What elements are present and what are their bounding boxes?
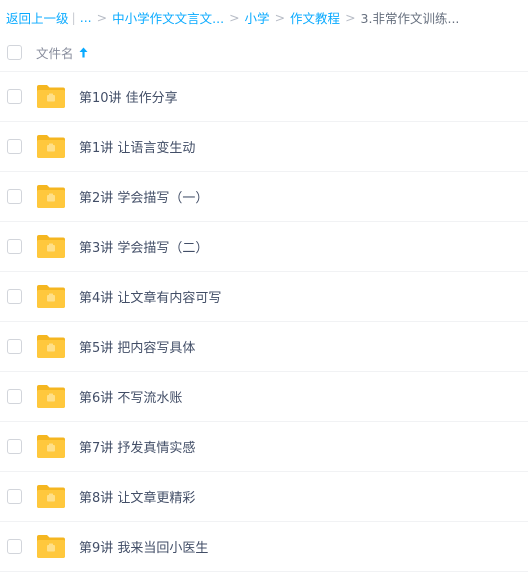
row-checkbox[interactable] <box>7 439 22 454</box>
file-row[interactable]: 第9讲 我来当回小医生 <box>0 522 528 572</box>
row-checkbox[interactable] <box>7 189 22 204</box>
folder-icon <box>36 83 66 109</box>
folder-icon <box>36 183 66 209</box>
file-name[interactable]: 第8讲 让文章更精彩 <box>79 487 195 506</box>
select-all-checkbox[interactable] <box>7 45 22 60</box>
file-list-header: 文件名 <box>0 34 528 72</box>
breadcrumb-ellipsis[interactable]: ... <box>80 10 92 25</box>
file-name[interactable]: 第10讲 佳作分享 <box>79 87 178 106</box>
file-name[interactable]: 第7讲 抒发真情实感 <box>79 437 195 456</box>
folder-icon <box>36 133 66 159</box>
folder-icon <box>36 333 66 359</box>
breadcrumb-pipe: | <box>71 9 76 25</box>
file-list: 第10讲 佳作分享 第1讲 让语言变生动 第2讲 学会描写（一） 第3讲 学会描… <box>0 72 528 572</box>
breadcrumb: 返回上一级 | ... > 中小学作文文言文... > 小学 > 作文教程 > … <box>0 0 528 34</box>
row-checkbox[interactable] <box>7 139 22 154</box>
folder-icon <box>36 283 66 309</box>
breadcrumb-separator: > <box>229 9 240 25</box>
breadcrumb-item-1[interactable]: 中小学作文文言文... <box>112 8 224 27</box>
file-row[interactable]: 第7讲 抒发真情实感 <box>0 422 528 472</box>
file-row[interactable]: 第5讲 把内容写具体 <box>0 322 528 372</box>
file-row[interactable]: 第3讲 学会描写（二） <box>0 222 528 272</box>
file-name[interactable]: 第2讲 学会描写（一） <box>79 187 208 206</box>
breadcrumb-item-2[interactable]: 小学 <box>245 8 270 27</box>
folder-icon <box>36 533 66 559</box>
breadcrumb-current: 3.非常作文训练... <box>360 10 460 26</box>
file-name[interactable]: 第9讲 我来当回小医生 <box>79 537 208 556</box>
breadcrumb-separator: > <box>274 9 286 25</box>
file-row[interactable]: 第8讲 让文章更精彩 <box>0 472 528 522</box>
file-row[interactable]: 第10讲 佳作分享 <box>0 72 528 122</box>
breadcrumb-separator: > <box>345 9 356 25</box>
row-checkbox[interactable] <box>7 89 22 104</box>
row-checkbox[interactable] <box>7 489 22 504</box>
row-checkbox[interactable] <box>7 389 22 404</box>
file-name[interactable]: 第6讲 不写流水账 <box>79 387 182 406</box>
row-checkbox[interactable] <box>7 289 22 304</box>
row-checkbox[interactable] <box>7 339 22 354</box>
file-name[interactable]: 第4讲 让文章有内容可写 <box>79 287 221 306</box>
breadcrumb-item-3[interactable]: 作文教程 <box>290 8 340 27</box>
arrow-up-icon[interactable] <box>79 47 88 58</box>
file-row[interactable]: 第6讲 不写流水账 <box>0 372 528 422</box>
back-link[interactable]: 返回上一级 <box>6 8 69 27</box>
row-checkbox[interactable] <box>7 539 22 554</box>
file-name[interactable]: 第5讲 把内容写具体 <box>79 337 195 356</box>
column-header-file-name[interactable]: 文件名 <box>36 43 88 62</box>
folder-icon <box>36 233 66 259</box>
file-row[interactable]: 第4讲 让文章有内容可写 <box>0 272 528 322</box>
column-header-label: 文件名 <box>36 46 74 61</box>
folder-icon <box>36 483 66 509</box>
file-row[interactable]: 第2讲 学会描写（一） <box>0 172 528 222</box>
folder-icon <box>36 383 66 409</box>
file-name[interactable]: 第1讲 让语言变生动 <box>79 137 195 156</box>
file-name[interactable]: 第3讲 学会描写（二） <box>79 237 208 256</box>
row-checkbox[interactable] <box>7 239 22 254</box>
folder-icon <box>36 433 66 459</box>
breadcrumb-separator: > <box>96 9 108 25</box>
file-row[interactable]: 第1讲 让语言变生动 <box>0 122 528 172</box>
